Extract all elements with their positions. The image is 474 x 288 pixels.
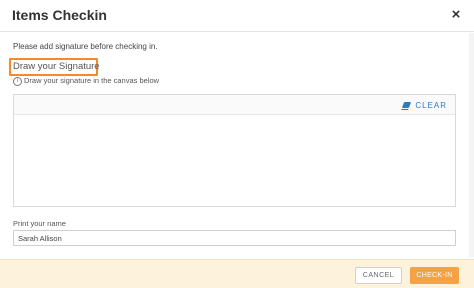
name-input[interactable] [13, 230, 456, 246]
info-icon: i [13, 77, 22, 86]
eraser-icon [402, 102, 412, 108]
clear-button[interactable]: CLEAR [402, 99, 447, 111]
dialog-footer: CANCEL CHECK-IN [0, 259, 474, 288]
section-label: Draw your Signature [13, 61, 100, 72]
scrollbar[interactable] [469, 33, 474, 257]
hint-text: Draw your signature in the canvas below [24, 76, 160, 85]
check-in-button[interactable]: CHECK-IN [410, 267, 459, 284]
dialog-header: Items Checkin × [0, 0, 474, 32]
instruction-text: Please add signature before checking in. [13, 42, 158, 51]
dialog-title: Items Checkin [12, 7, 107, 23]
name-field-label: Print your name [13, 219, 66, 228]
canvas-toolbar: CLEAR [14, 95, 455, 115]
signature-drawing-area[interactable] [14, 114, 455, 206]
close-icon[interactable]: × [448, 6, 464, 24]
clear-label: CLEAR [415, 100, 447, 110]
cancel-button[interactable]: CANCEL [355, 267, 402, 284]
signature-canvas: CLEAR [13, 94, 456, 207]
items-checkin-dialog: Items Checkin × Please add signature bef… [0, 0, 474, 288]
